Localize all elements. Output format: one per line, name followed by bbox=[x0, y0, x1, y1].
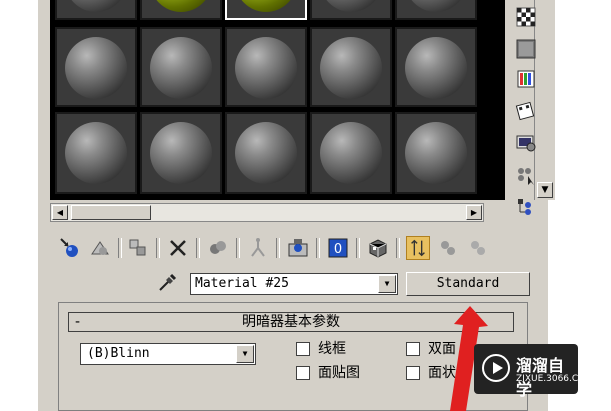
side-toolbar bbox=[510, 0, 542, 230]
show-map-icon[interactable] bbox=[366, 236, 390, 260]
watermark-url: ZIXUE.3066.COM bbox=[516, 374, 594, 384]
color-check-icon[interactable] bbox=[514, 68, 538, 90]
sample-slot[interactable] bbox=[310, 112, 392, 194]
sample-slot[interactable] bbox=[395, 0, 477, 20]
backlight-icon[interactable] bbox=[514, 38, 538, 60]
toolbar-separator bbox=[236, 238, 240, 258]
material-sphere bbox=[235, 0, 297, 12]
material-type-button[interactable]: Standard bbox=[406, 272, 530, 296]
material-sphere bbox=[235, 122, 297, 184]
toolbar-separator bbox=[316, 238, 320, 258]
material-sphere bbox=[320, 0, 382, 12]
sample-slot[interactable] bbox=[395, 27, 477, 107]
play-logo-icon bbox=[482, 354, 510, 382]
go-forward-sibling-icon[interactable] bbox=[466, 236, 490, 260]
sample-slot[interactable] bbox=[140, 27, 222, 107]
two-sided-checkbox[interactable] bbox=[406, 342, 420, 356]
chevron-down-icon[interactable]: ▼ bbox=[236, 345, 254, 363]
sample-slot[interactable] bbox=[55, 27, 137, 107]
material-sphere bbox=[65, 0, 127, 12]
assign-material-icon[interactable] bbox=[126, 236, 150, 260]
faceted-checkbox[interactable] bbox=[406, 366, 420, 380]
material-toolbar: 0 bbox=[50, 232, 530, 264]
toolbar-separator bbox=[156, 238, 160, 258]
material-sphere bbox=[150, 0, 212, 12]
sample-slot[interactable] bbox=[55, 112, 137, 194]
chevron-down-icon[interactable]: ▼ bbox=[378, 275, 396, 293]
sample-slot[interactable] bbox=[55, 0, 137, 20]
sample-slot[interactable] bbox=[225, 27, 307, 107]
make-copy-icon[interactable] bbox=[206, 236, 230, 260]
sample-slot[interactable] bbox=[225, 112, 307, 194]
options-icon[interactable] bbox=[514, 132, 538, 154]
material-map-navigator-icon[interactable] bbox=[514, 196, 538, 218]
pick-material-eyedropper-icon[interactable] bbox=[157, 271, 179, 293]
sample-slot[interactable] bbox=[310, 27, 392, 107]
sample-slot[interactable] bbox=[395, 112, 477, 194]
material-sphere bbox=[65, 122, 127, 184]
material-name-field[interactable]: Material #25 ▼ bbox=[190, 273, 398, 295]
select-by-material-icon[interactable] bbox=[514, 164, 538, 186]
material-sphere bbox=[150, 37, 212, 99]
horizontal-scrollbar[interactable]: ◀ ▶ bbox=[50, 203, 484, 222]
material-sphere bbox=[405, 37, 467, 99]
toolbar-separator bbox=[196, 238, 200, 258]
material-sphere bbox=[405, 122, 467, 184]
toolbar-separator bbox=[118, 238, 122, 258]
material-sphere bbox=[320, 122, 382, 184]
svg-text:0: 0 bbox=[334, 242, 342, 257]
put-to-scene-icon[interactable] bbox=[88, 236, 112, 260]
scroll-left-arrow-icon[interactable]: ◀ bbox=[52, 205, 68, 220]
background-icon[interactable] bbox=[514, 6, 538, 28]
reset-icon[interactable] bbox=[166, 236, 190, 260]
material-sphere bbox=[65, 37, 127, 99]
toolbar-separator bbox=[276, 238, 280, 258]
wireframe-label: 线框 bbox=[318, 341, 346, 357]
get-material-icon[interactable] bbox=[58, 236, 82, 260]
make-unique-icon[interactable] bbox=[246, 236, 270, 260]
show-end-result-icon[interactable] bbox=[406, 236, 430, 260]
material-sphere bbox=[235, 37, 297, 99]
material-name-text: Material #25 bbox=[195, 276, 289, 291]
put-to-library-icon[interactable] bbox=[286, 236, 310, 260]
material-sphere bbox=[150, 122, 212, 184]
face-map-checkbox[interactable] bbox=[296, 366, 310, 380]
sample-slot[interactable] bbox=[140, 112, 222, 194]
toolbar-separator bbox=[396, 238, 400, 258]
material-id-channel-icon[interactable]: 0 bbox=[326, 236, 350, 260]
shader-type-dropdown[interactable]: (B)Blinn ▼ bbox=[80, 343, 256, 365]
sample-slot-active[interactable] bbox=[225, 0, 307, 20]
shader-type-value: (B)Blinn bbox=[87, 346, 150, 361]
toolbar-separator bbox=[356, 238, 360, 258]
wireframe-checkbox[interactable] bbox=[296, 342, 310, 356]
scroll-right-arrow-icon[interactable]: ▶ bbox=[466, 205, 482, 220]
sample-slot[interactable] bbox=[310, 0, 392, 20]
material-sphere bbox=[405, 0, 467, 12]
sample-slots-grid: ▼ bbox=[50, 0, 555, 200]
sample-slot[interactable] bbox=[140, 0, 222, 20]
watermark-badge: 溜溜自学 ZIXUE.3066.COM bbox=[474, 344, 593, 399]
go-to-parent-icon[interactable] bbox=[436, 236, 460, 260]
scroll-thumb[interactable] bbox=[71, 205, 151, 220]
face-map-label: 面贴图 bbox=[318, 365, 360, 381]
make-preview-icon[interactable] bbox=[514, 100, 538, 122]
material-sphere bbox=[320, 37, 382, 99]
